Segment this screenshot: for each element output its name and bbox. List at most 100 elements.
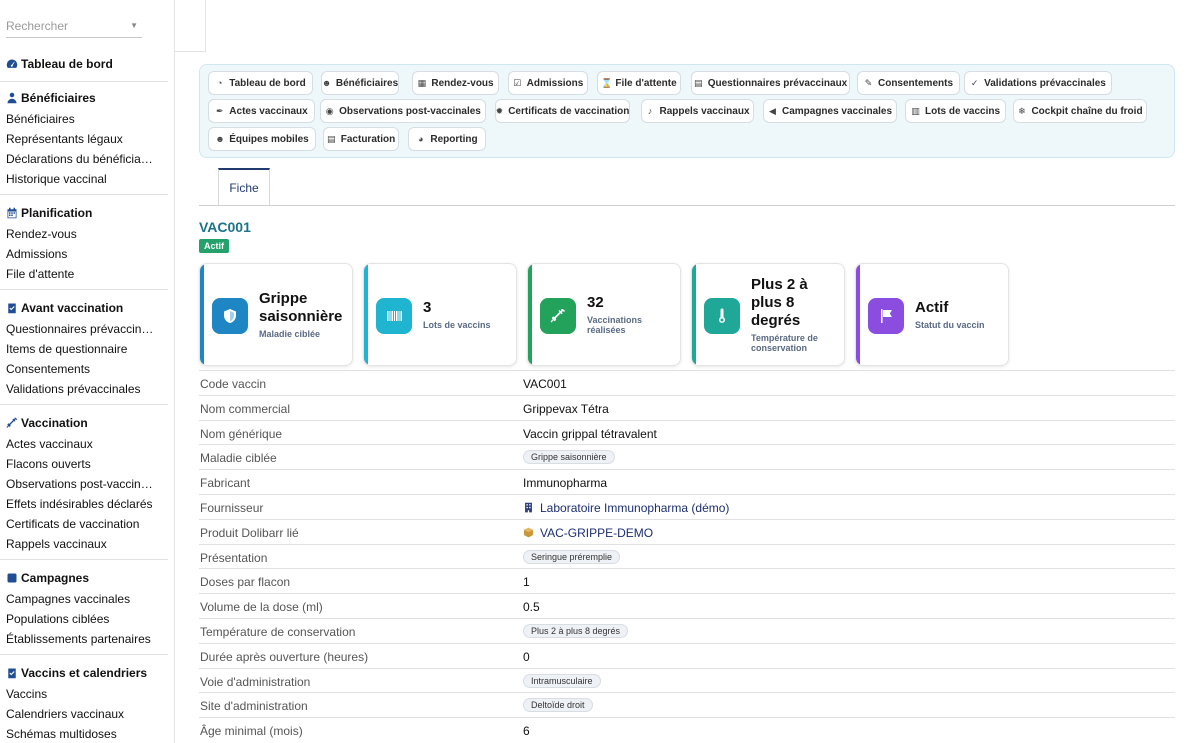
sidebar-section-title: Avant vaccination bbox=[21, 301, 124, 315]
field-row: Site d'administration Deltoïde droit bbox=[199, 692, 1175, 717]
sidebar-item[interactable]: Schémas multidoses bbox=[6, 727, 117, 741]
link-text: VAC-GRIPPE-DEMO bbox=[540, 525, 654, 540]
card-value: Grippe saisonnière bbox=[259, 290, 343, 325]
card-value: 3 bbox=[423, 299, 432, 316]
field-label: Code vaccin bbox=[200, 377, 267, 391]
module-tab-bar: ◔ Tableau de bord ☻ Bénéficiaires ▦ Rendez-vo… bbox=[199, 64, 1175, 158]
sidebar-item-dashboard[interactable]: Tableau de bord bbox=[6, 57, 113, 71]
field-value: 1 bbox=[523, 575, 530, 590]
sidebar-section-2[interactable]: Avant vaccination bbox=[6, 301, 123, 315]
sidebar-item[interactable]: Rappels vaccinaux bbox=[6, 537, 107, 551]
value-chip: Intramusculaire bbox=[523, 673, 601, 688]
tab-label: Observations post-vaccinales bbox=[339, 105, 481, 117]
sidebar-item[interactable]: Actes vaccinaux bbox=[6, 437, 93, 451]
summary-card-0: Grippe saisonnière Maladie ciblée bbox=[199, 263, 353, 366]
tab-label: Validations prévaccinales bbox=[984, 77, 1106, 89]
supplier-link[interactable]: Laboratoire Immunopharma (démo) bbox=[523, 501, 729, 515]
sidebar-item[interactable]: Déclarations du bénéficia… bbox=[6, 152, 153, 166]
barcode-icon bbox=[376, 298, 412, 334]
sidebar-divider bbox=[0, 81, 168, 82]
sidebar-item[interactable]: Observations post-vaccin… bbox=[6, 477, 153, 491]
chevron-down-icon[interactable]: ▼ bbox=[130, 14, 138, 38]
sidebar-divider bbox=[0, 194, 168, 195]
field-label: Fournisseur bbox=[200, 500, 264, 515]
sidebar-item[interactable]: Validations prévaccinales bbox=[6, 382, 141, 396]
sidebar-item[interactable]: Campagnes vaccinales bbox=[6, 592, 130, 606]
tab-label: Actes vaccinaux bbox=[229, 105, 308, 117]
tab-module-8[interactable]: ✒ Actes vaccinaux bbox=[208, 99, 315, 123]
tab-fiche[interactable]: Fiche bbox=[218, 168, 270, 206]
sidebar-item[interactable]: Questionnaires prévaccin… bbox=[6, 322, 153, 336]
field-value: Vaccin grippal tétravalent bbox=[523, 426, 657, 441]
tab-module-12[interactable]: ◀ Campagnes vaccinales bbox=[763, 99, 897, 123]
field-label: Maladie ciblée bbox=[200, 451, 277, 466]
sidebar-item[interactable]: Établissements partenaires bbox=[6, 632, 151, 646]
sidebar-item[interactable]: Populations ciblées bbox=[6, 612, 109, 626]
field-row: Volume de la dose (ml) 0.5 bbox=[199, 593, 1175, 618]
field-row: Code vaccin VAC001 bbox=[199, 370, 1175, 395]
sidebar-section-1[interactable]: Planification bbox=[6, 206, 92, 220]
sidebar-item[interactable]: Effets indésirables déclarés bbox=[6, 497, 153, 511]
sidebar-divider bbox=[0, 404, 168, 405]
tab-divider bbox=[199, 205, 1175, 206]
tab-module-14[interactable]: ❄ Cockpit chaîne du froid bbox=[1013, 99, 1147, 123]
tab-module-5[interactable]: ▤ Questionnaires prévaccinaux bbox=[691, 71, 850, 95]
field-label: Nom générique bbox=[200, 426, 283, 441]
signature-icon: ✎ bbox=[864, 77, 873, 88]
field-label: Doses par flacon bbox=[200, 575, 291, 590]
sidebar-item[interactable]: Consentements bbox=[6, 362, 90, 376]
field-row: Présentation Seringue préremplie bbox=[199, 543, 1175, 569]
tab-label: File d'attente bbox=[615, 77, 677, 89]
tab-module-0[interactable]: ◔ Tableau de bord bbox=[208, 71, 313, 95]
field-value: VAC001 bbox=[523, 377, 567, 391]
sidebar-item[interactable]: Calendriers vaccinaux bbox=[6, 707, 124, 721]
eye-icon: ◉ bbox=[325, 105, 334, 116]
sidebar-item[interactable]: Vaccins bbox=[6, 687, 47, 701]
sidebar-item[interactable]: Items de questionnaire bbox=[6, 342, 127, 356]
tab-module-1[interactable]: ☻ Bénéficiaires bbox=[321, 71, 399, 95]
calendar-icon: ▦ bbox=[417, 77, 427, 88]
tab-module-17[interactable]: ◕ Reporting bbox=[408, 127, 486, 151]
value-chip: Seringue préremplie bbox=[523, 549, 621, 564]
sidebar-item[interactable]: Bénéficiaires bbox=[6, 112, 75, 126]
sidebar-item[interactable]: Rendez-vous bbox=[6, 227, 77, 241]
tab-module-4[interactable]: ⌛ File d'attente bbox=[597, 71, 681, 95]
field-label: Nom commercial bbox=[200, 401, 291, 416]
sidebar-item[interactable]: Certificats de vaccination bbox=[6, 517, 139, 531]
tab-module-7[interactable]: ✓ Validations prévaccinales bbox=[964, 71, 1112, 95]
sidebar-section-title: Vaccination bbox=[21, 416, 88, 430]
card-label: Maladie ciblée bbox=[259, 329, 321, 339]
barcode-icon: ▥ bbox=[911, 105, 920, 116]
sidebar-divider bbox=[0, 559, 168, 560]
tab-module-13[interactable]: ▥ Lots de vaccins bbox=[905, 99, 1006, 123]
card-label: Statut du vaccin bbox=[915, 320, 985, 330]
sidebar-section-5[interactable]: Vaccins et calendriers bbox=[6, 666, 147, 680]
sidebar-item[interactable]: Flacons ouverts bbox=[6, 457, 91, 471]
search-input[interactable]: Rechercher ▼ bbox=[6, 14, 142, 38]
sidebar-section-title: Bénéficiaires bbox=[21, 91, 96, 105]
field-value: Grippevax Tétra bbox=[523, 401, 609, 416]
tab-module-10[interactable]: ✹ Certificats de vaccination bbox=[495, 99, 630, 123]
tab-module-2[interactable]: ▦ Rendez-vous bbox=[412, 71, 499, 95]
sidebar-item[interactable]: Représentants légaux bbox=[6, 132, 123, 146]
card-value: Plus 2 à plus 8 degrés bbox=[751, 276, 808, 329]
sidebar-section-4[interactable]: Campagnes bbox=[6, 571, 89, 585]
card-accent-bar bbox=[856, 264, 860, 365]
sidebar-item[interactable]: Historique vaccinal bbox=[6, 172, 107, 186]
tab-module-9[interactable]: ◉ Observations post-vaccinales bbox=[320, 99, 486, 123]
field-label: Fabricant bbox=[200, 476, 251, 491]
product-link[interactable]: VAC-GRIPPE-DEMO bbox=[523, 526, 653, 540]
field-value: 6 bbox=[523, 724, 530, 739]
top-panel-stub bbox=[175, 0, 206, 52]
sidebar-section-3[interactable]: Vaccination bbox=[6, 416, 88, 430]
sidebar-item[interactable]: File d'attente bbox=[6, 267, 74, 281]
tab-module-3[interactable]: ☑ Admissions bbox=[508, 71, 588, 95]
sidebar-section-0[interactable]: Bénéficiaires bbox=[6, 91, 96, 105]
tab-module-15[interactable]: ☻ Équipes mobiles bbox=[208, 127, 316, 151]
field-row: Fournisseur Laboratoire Immunopharma (dém… bbox=[199, 493, 1175, 519]
tab-module-11[interactable]: ♪ Rappels vaccinaux bbox=[641, 99, 754, 123]
tab-module-6[interactable]: ✎ Consentements bbox=[857, 71, 960, 95]
sidebar-item[interactable]: Admissions bbox=[6, 247, 67, 261]
tab-module-16[interactable]: ▤ Facturation bbox=[323, 127, 399, 151]
summary-card-2: 32 Vaccinations réalisées bbox=[527, 263, 681, 366]
